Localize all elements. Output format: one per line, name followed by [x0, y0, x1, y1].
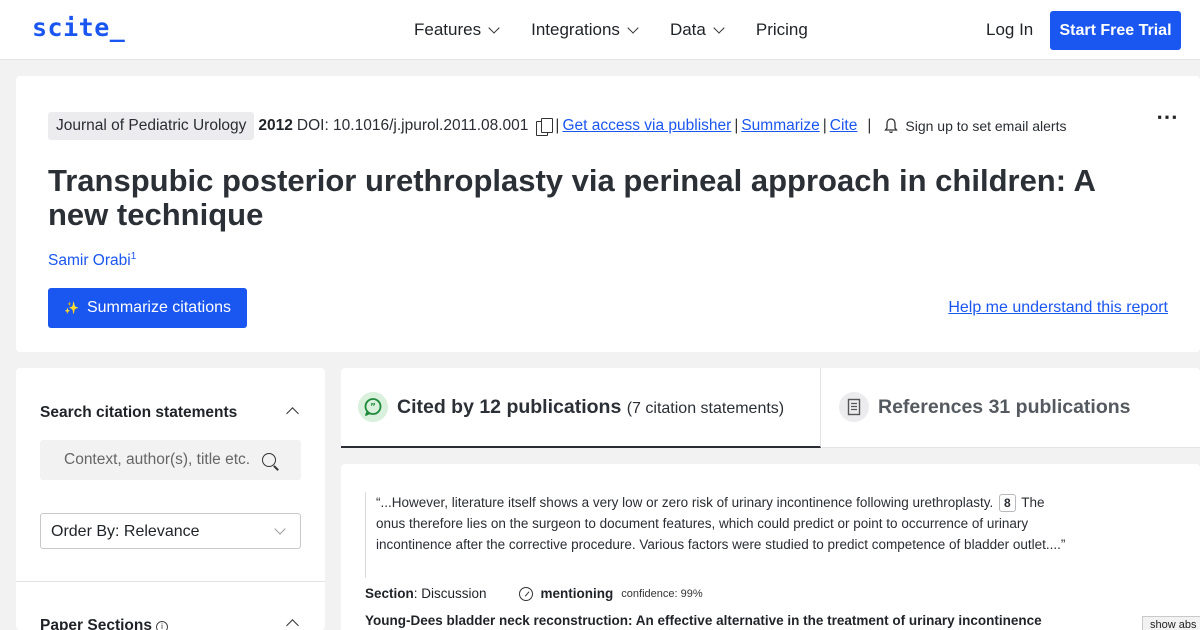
- citation-quote: “...However, literature itself shows a v…: [376, 492, 1076, 555]
- publication-year: 2012: [258, 117, 293, 134]
- filter-sidebar: Search citation statements Order By: Rel…: [16, 368, 325, 630]
- magic-wand-icon: ✨: [64, 301, 79, 315]
- email-alert-link[interactable]: Sign up to set email alerts: [905, 118, 1066, 134]
- nav-pricing-label: Pricing: [755, 20, 808, 39]
- nav-data[interactable]: Data: [669, 20, 725, 40]
- divider: [16, 581, 325, 582]
- reference-number-badge[interactable]: 8: [999, 494, 1016, 512]
- chevron-down-icon: [488, 21, 500, 34]
- doi-text: DOI: 10.1016/j.jpurol.2011.08.001: [296, 117, 529, 134]
- citation-statements-count: (7 citation statements): [626, 400, 785, 417]
- paper-meta-row: Journal of Pediatric Urology 2012 DOI: 1…: [48, 112, 1066, 140]
- chevron-down-icon: [713, 21, 725, 34]
- section-value: : Discussion: [413, 586, 487, 601]
- bell-icon[interactable]: [884, 118, 899, 134]
- top-navbar: scite_ Features Integrations Data Pricin…: [0, 0, 1200, 60]
- summarize-citations-button[interactable]: ✨ Summarize citations: [48, 288, 247, 328]
- paper-title: Transpubic posterior urethroplasty via p…: [48, 163, 1095, 232]
- citation-meta-row: Section : Discussion mentioning confiden…: [365, 586, 703, 601]
- author-name: Samir Orabi: [48, 252, 131, 270]
- summarize-citations-label: Summarize citations: [86, 299, 231, 316]
- nav-data-label: Data: [669, 20, 706, 39]
- author-affiliation: 1: [130, 251, 137, 262]
- nav-pricing[interactable]: Pricing: [756, 20, 808, 40]
- search-citations-heading: Search citation statements: [40, 404, 238, 421]
- info-icon[interactable]: i: [156, 621, 168, 630]
- references-label: References 31 publications: [878, 396, 1131, 418]
- svg-text:”: ”: [370, 403, 376, 413]
- section-label: Section: [365, 586, 414, 601]
- tab-references[interactable]: References 31 publications: [822, 368, 1200, 448]
- speech-bubble-icon: ”: [358, 392, 388, 422]
- scite-logo[interactable]: scite_: [32, 13, 125, 42]
- author-link[interactable]: Samir Orabi1: [48, 251, 136, 270]
- chevron-up-icon[interactable]: [286, 619, 299, 630]
- journal-tag[interactable]: Journal of Pediatric Urology: [48, 112, 255, 140]
- nav-menu: Features Integrations Data Pricing: [414, 20, 841, 40]
- cite-link[interactable]: Cite: [830, 117, 858, 135]
- help-understand-link[interactable]: Help me understand this report: [948, 299, 1168, 317]
- separator: |: [867, 117, 872, 134]
- start-free-trial-button[interactable]: Start Free Trial: [1050, 11, 1181, 50]
- quote-text-start: “...However, literature itself shows a v…: [376, 495, 994, 510]
- citation-statement-card: “...However, literature itself shows a v…: [341, 464, 1200, 630]
- more-options-icon[interactable]: ⋯: [1156, 104, 1180, 130]
- search-icon[interactable]: [262, 453, 276, 467]
- citing-paper-title[interactable]: Young-Dees bladder neck reconstruction: …: [365, 613, 1042, 628]
- login-link[interactable]: Log In: [986, 20, 1033, 40]
- separator: |: [555, 117, 560, 134]
- nav-features[interactable]: Features: [414, 20, 500, 40]
- nav-integrations-label: Integrations: [531, 20, 620, 39]
- cited-by-label: Cited by 12 publications (7 citation sta…: [397, 396, 784, 419]
- get-access-link[interactable]: Get access via publisher: [562, 117, 731, 135]
- chevron-down-icon: [627, 21, 639, 34]
- quote-bar: [365, 492, 366, 578]
- separator: |: [822, 117, 827, 134]
- order-by-select[interactable]: Order By: Relevance: [40, 513, 301, 549]
- paper-sections-label: Paper Sections: [40, 617, 152, 630]
- citation-tabs: ” Cited by 12 publications (7 citation s…: [341, 368, 1200, 448]
- copy-icon[interactable]: [536, 117, 554, 136]
- confidence-value: confidence: 99%: [621, 587, 703, 600]
- nav-features-label: Features: [414, 20, 482, 39]
- separator: |: [734, 117, 739, 134]
- summarize-link[interactable]: Summarize: [741, 117, 819, 135]
- chevron-up-icon[interactable]: [286, 407, 299, 420]
- nav-integrations[interactable]: Integrations: [531, 20, 639, 40]
- mentioning-icon: [518, 586, 533, 601]
- show-abstract-button[interactable]: show abs: [1142, 616, 1200, 630]
- tab-cited-by[interactable]: ” Cited by 12 publications (7 citation s…: [341, 368, 821, 448]
- paper-header-card: Journal of Pediatric Urology 2012 DOI: 1…: [16, 76, 1200, 352]
- citation-type: mentioning: [540, 586, 614, 601]
- cited-by-count: Cited by 12 publications: [397, 396, 622, 418]
- paper-sections-heading: Paper Sections i: [40, 617, 168, 630]
- document-icon: [839, 392, 869, 422]
